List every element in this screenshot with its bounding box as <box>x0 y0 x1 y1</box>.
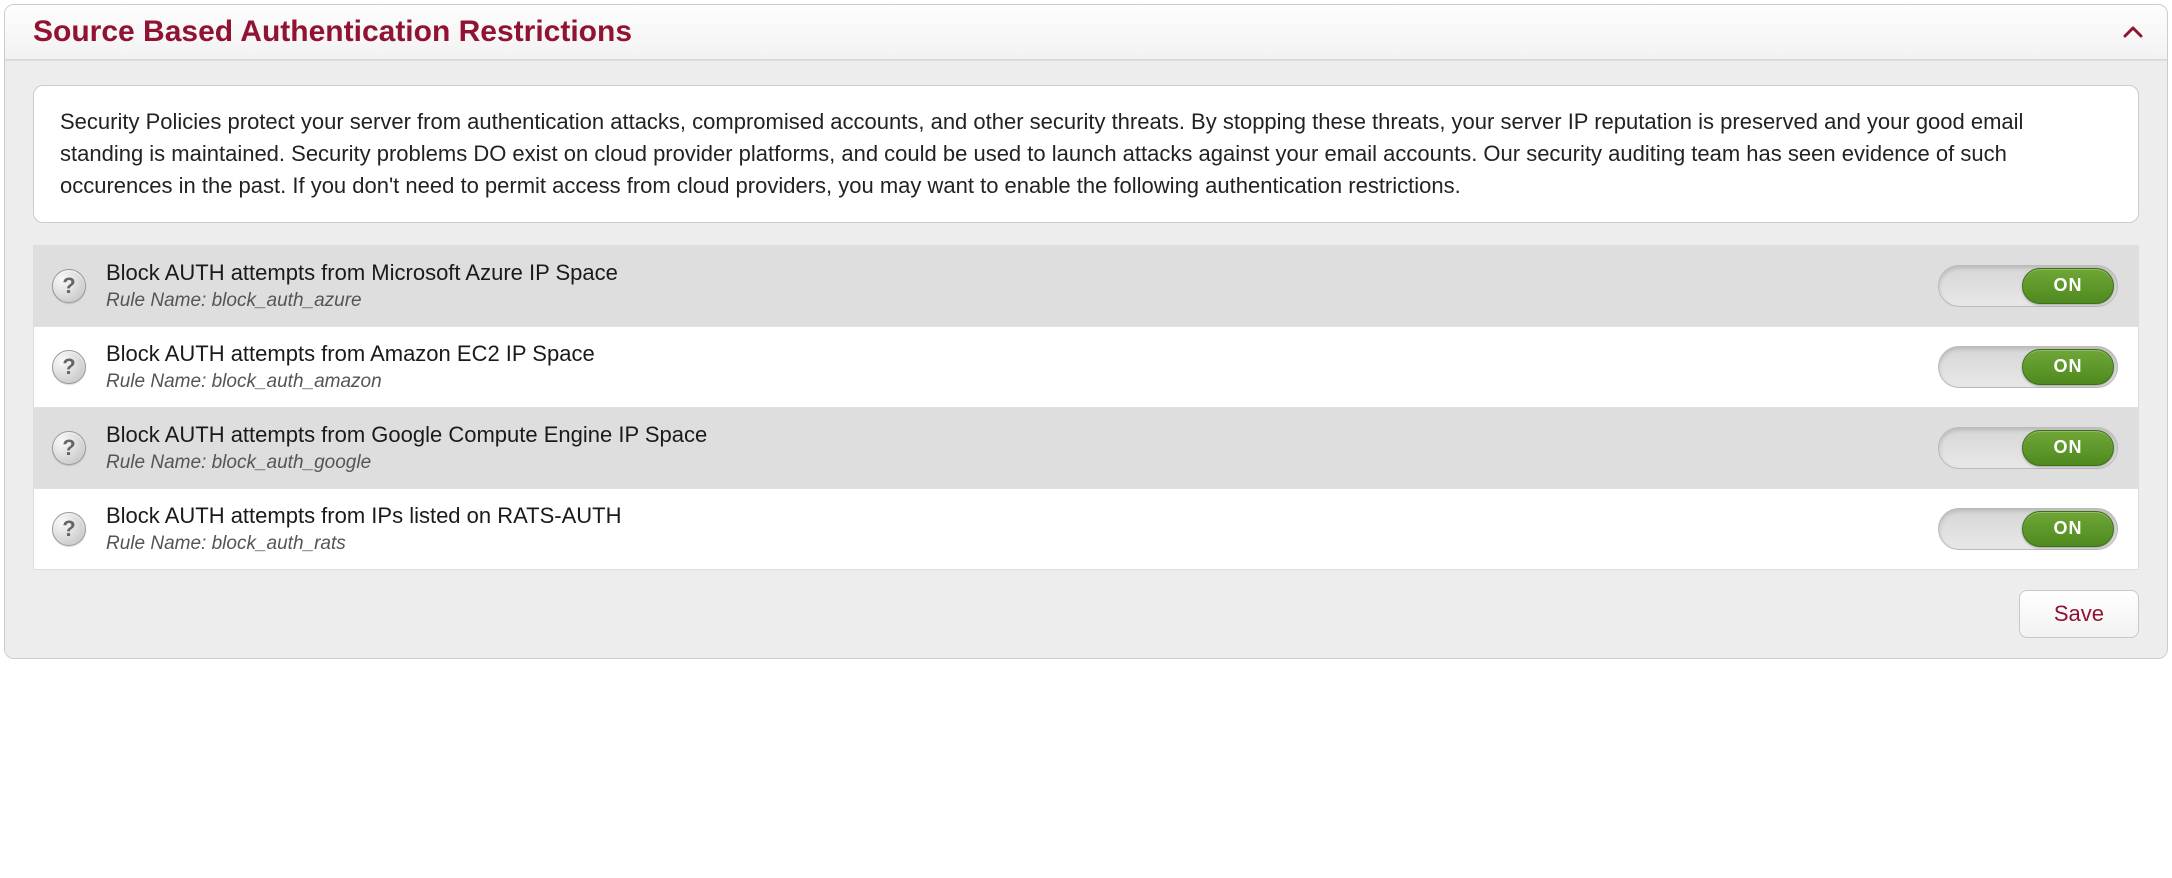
rule-toggle[interactable]: ON <box>1938 427 2118 469</box>
rule-title: Block AUTH attempts from Microsoft Azure… <box>106 260 1918 286</box>
rule-text: Block AUTH attempts from IPs listed on R… <box>106 503 1918 555</box>
panel-footer: Save <box>33 590 2139 638</box>
panel-title: Source Based Authentication Restrictions <box>33 15 632 49</box>
rule-row: ? Block AUTH attempts from IPs listed on… <box>34 489 2138 569</box>
panel-body: Security Policies protect your server fr… <box>5 60 2167 658</box>
rule-row: ? Block AUTH attempts from Amazon EC2 IP… <box>34 327 2138 408</box>
toggle-knob-on: ON <box>2022 430 2114 466</box>
help-icon[interactable]: ? <box>52 350 86 384</box>
toggle-knob-on: ON <box>2022 349 2114 385</box>
rule-text: Block AUTH attempts from Microsoft Azure… <box>106 260 1918 312</box>
rule-text: Block AUTH attempts from Amazon EC2 IP S… <box>106 341 1918 393</box>
help-icon[interactable]: ? <box>52 431 86 465</box>
rule-row: ? Block AUTH attempts from Microsoft Azu… <box>34 246 2138 327</box>
rule-name: Rule Name: block_auth_rats <box>106 533 1918 555</box>
rule-title: Block AUTH attempts from IPs listed on R… <box>106 503 1918 529</box>
rule-name: Rule Name: block_auth_amazon <box>106 371 1918 393</box>
rule-title: Block AUTH attempts from Amazon EC2 IP S… <box>106 341 1918 367</box>
help-icon[interactable]: ? <box>52 512 86 546</box>
rule-name: Rule Name: block_auth_azure <box>106 290 1918 312</box>
rule-toggle[interactable]: ON <box>1938 265 2118 307</box>
rule-toggle[interactable]: ON <box>1938 508 2118 550</box>
rule-name: Rule Name: block_auth_google <box>106 452 1918 474</box>
toggle-knob-on: ON <box>2022 511 2114 547</box>
rules-list: ? Block AUTH attempts from Microsoft Azu… <box>33 245 2139 570</box>
chevron-up-icon[interactable] <box>2123 19 2143 45</box>
help-icon[interactable]: ? <box>52 269 86 303</box>
rule-toggle[interactable]: ON <box>1938 346 2118 388</box>
panel-description: Security Policies protect your server fr… <box>33 85 2139 223</box>
rule-row: ? Block AUTH attempts from Google Comput… <box>34 408 2138 489</box>
toggle-knob-on: ON <box>2022 268 2114 304</box>
rule-text: Block AUTH attempts from Google Compute … <box>106 422 1918 474</box>
panel-header: Source Based Authentication Restrictions <box>5 5 2167 60</box>
rule-title: Block AUTH attempts from Google Compute … <box>106 422 1918 448</box>
save-button[interactable]: Save <box>2019 590 2139 638</box>
auth-restrictions-panel: Source Based Authentication Restrictions… <box>4 4 2168 659</box>
